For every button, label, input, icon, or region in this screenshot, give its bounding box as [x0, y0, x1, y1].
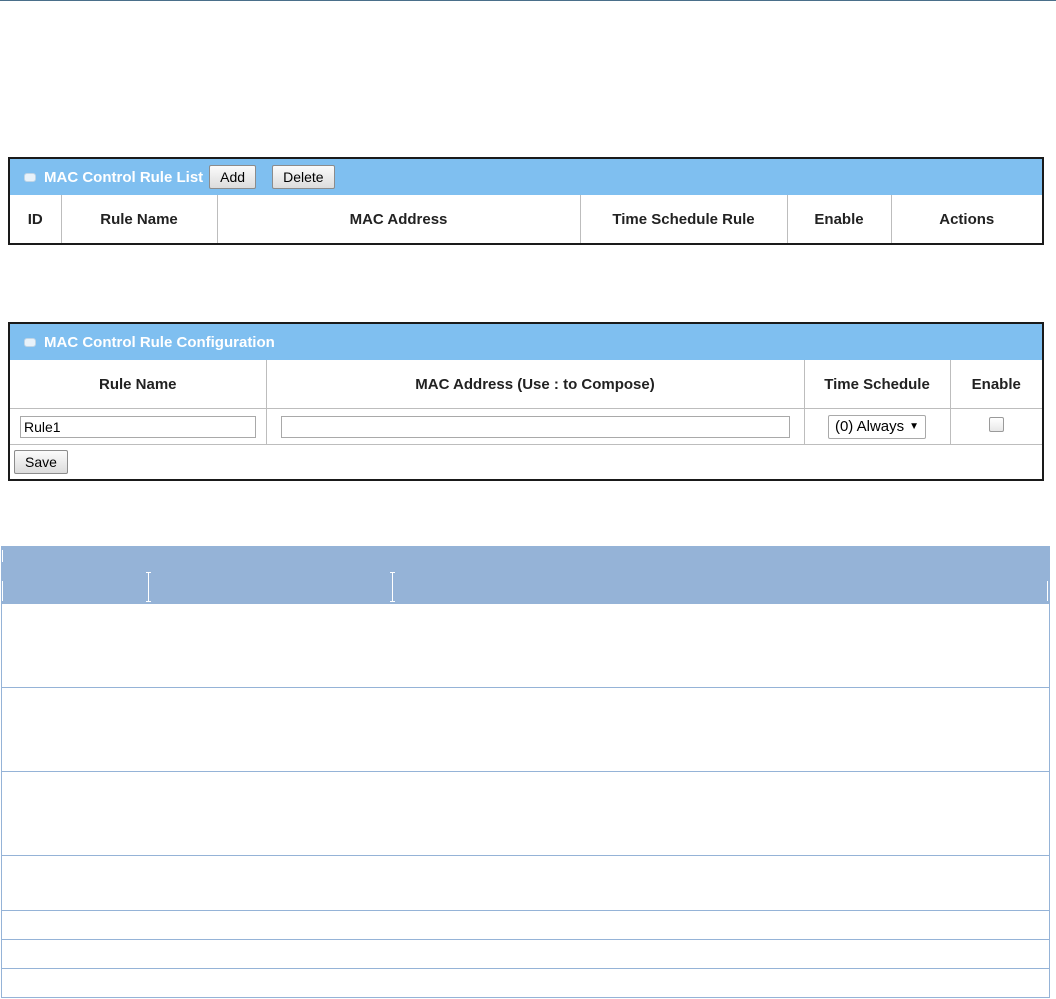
dropdown-arrow-icon: ▼ [909, 421, 920, 432]
collapse-icon[interactable] [24, 172, 36, 182]
rule-list-header-row: ID Rule Name MAC Address Time Schedule R… [10, 195, 1042, 243]
delete-button[interactable]: Delete [272, 165, 335, 189]
table-row [1, 910, 1050, 939]
rule-config-header: MAC Control Rule Configuration [10, 324, 1042, 360]
rule-config-input-row: (0) Always ▼ [10, 408, 1042, 445]
top-rule [0, 0, 1056, 1]
description-table-header [1, 546, 1050, 603]
column-marker [2, 581, 3, 601]
save-button[interactable]: Save [14, 449, 68, 474]
time-schedule-cell: (0) Always ▼ [803, 408, 950, 445]
rule-name-input[interactable] [20, 415, 256, 438]
col-id: ID [27, 210, 43, 228]
table-row [1, 855, 1050, 910]
table-row [1, 968, 1050, 998]
column-marker [1047, 581, 1048, 601]
col-time-schedule: Time Schedule [803, 360, 950, 409]
col-rule-name: Rule Name [98, 375, 177, 393]
collapse-icon[interactable] [24, 337, 36, 347]
column-marker [392, 572, 393, 602]
rule-config-table: Rule Name MAC Address (Use : to Compose)… [10, 360, 1042, 479]
time-schedule-value: (0) Always [834, 418, 905, 435]
table-row [1, 603, 1050, 687]
column-marker [390, 601, 395, 602]
enable-cell [949, 408, 1042, 445]
rule-list-header: MAC Control Rule List Add Delete [10, 159, 1042, 195]
col-actions: Actions [890, 195, 1042, 243]
rule-list-title: MAC Control Rule List [44, 168, 204, 186]
col-mac-address: MAC Address (Use : to Compose) [265, 360, 804, 409]
table-row [1, 771, 1050, 855]
column-marker [2, 550, 3, 562]
add-button[interactable]: Add [209, 165, 257, 189]
table-row [1, 939, 1050, 968]
save-cell: Save [10, 444, 1042, 479]
col-rule-name: Rule Name [60, 195, 217, 243]
column-marker [146, 601, 151, 602]
col-enable: Enable [949, 360, 1042, 409]
col-mac-address: MAC Address [216, 195, 580, 243]
rule-config-title: MAC Control Rule Configuration [44, 333, 275, 351]
time-schedule-select[interactable]: (0) Always ▼ [827, 414, 927, 439]
description-table [1, 546, 1050, 998]
rule-config-panel: MAC Control Rule Configuration Rule Name… [8, 322, 1044, 481]
rule-list-table: ID Rule Name MAC Address Time Schedule R… [10, 195, 1042, 243]
column-marker [146, 572, 151, 573]
mac-address-input[interactable] [280, 415, 790, 438]
rule-config-save-row: Save [10, 444, 1042, 479]
column-marker [148, 572, 149, 602]
rule-config-header-row: Rule Name MAC Address (Use : to Compose)… [10, 360, 1042, 409]
rule-name-cell [10, 408, 266, 445]
col-enable: Enable [786, 195, 891, 243]
mac-address-cell [265, 408, 804, 445]
col-time-schedule-rule: Time Schedule Rule [579, 195, 787, 243]
table-row [1, 687, 1050, 771]
column-marker [390, 572, 395, 573]
enable-checkbox[interactable] [988, 417, 1004, 432]
rule-list-panel: MAC Control Rule List Add Delete ID Rule… [8, 157, 1044, 245]
